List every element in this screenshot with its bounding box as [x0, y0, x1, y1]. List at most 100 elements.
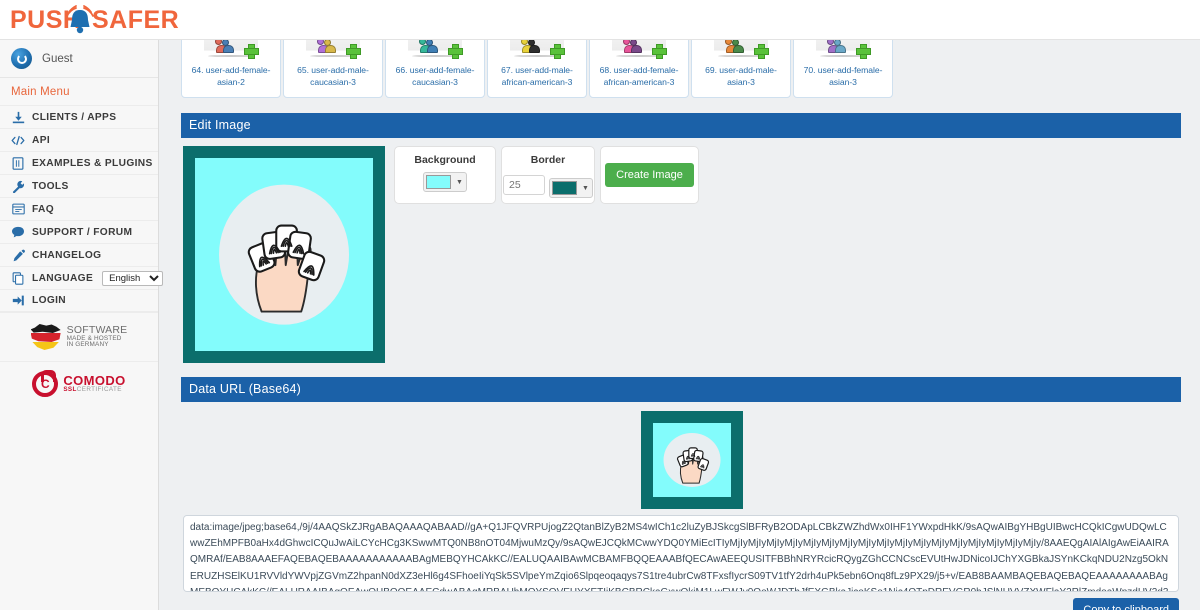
download-icon — [11, 110, 25, 124]
sidebar-item-label: API — [32, 134, 51, 146]
icon-thumbnail[interactable]: 67. user-add-male-african-american-3 — [487, 40, 587, 98]
icon-thumbnail[interactable]: 68. user-add-female-african-american-3 — [589, 40, 689, 98]
border-color-swatch — [552, 181, 577, 195]
user-group-icon — [215, 40, 237, 54]
logo-text-safer: SAFER — [92, 6, 180, 34]
comment-icon — [11, 225, 25, 239]
create-image-button[interactable]: Create Image — [605, 163, 694, 187]
user-group-icon — [827, 40, 849, 54]
sidebar-item-changelog[interactable]: CHANGELOG — [0, 243, 158, 266]
small-preview-canvas — [653, 423, 731, 497]
plus-icon — [448, 44, 463, 59]
user-group-icon — [419, 40, 441, 54]
comodo-lock-icon: C — [32, 370, 59, 397]
sidebar-item-examples-plugins[interactable]: EXAMPLES & PLUGINS — [0, 151, 158, 174]
page-root: PUSH SAFER Guest Main Menu CLIENTS / APP… — [0, 0, 1200, 610]
hand-fingerprints-icon — [232, 197, 335, 317]
data-url-image-preview — [641, 411, 743, 509]
sidebar-item-label: FAQ — [32, 203, 54, 215]
sidebar-item-tools[interactable]: TOOLS — [0, 174, 158, 197]
sidebar-item-label: SUPPORT / FORUM — [32, 226, 133, 238]
icon-thumbnail-image — [408, 40, 463, 61]
data-url-header: Data URL (Base64) — [181, 377, 1181, 402]
border-color-picker[interactable]: ▼ — [549, 178, 593, 198]
icon-thumbnail-label: 64. user-add-female-asian-2 — [191, 65, 271, 87]
user-group-icon — [623, 40, 645, 54]
sidebar-item-label: LANGUAGE — [32, 272, 94, 284]
icon-thumbnail-strip[interactable]: 64. user-add-female-asian-2 65. user-add-… — [181, 40, 1181, 98]
icon-thumbnail-image — [714, 40, 769, 61]
preview-canvas — [195, 158, 373, 351]
plus-icon — [550, 44, 565, 59]
border-label: Border — [530, 154, 566, 166]
icon-thumbnail[interactable]: 70. user-add-female-asian-3 — [793, 40, 893, 98]
icon-thumbnail-image — [204, 40, 259, 61]
user-group-icon — [725, 40, 747, 54]
wrench-icon — [11, 179, 25, 193]
icon-thumbnail-image — [306, 40, 361, 61]
chevron-down-icon: ▼ — [582, 184, 589, 192]
made-in-germany-badge: SOFTWARE MADE & HOSTED IN GERMANY — [0, 312, 158, 361]
icon-thumbnail-label: 65. user-add-male-caucasian-3 — [297, 65, 369, 87]
main-content: 64. user-add-female-asian-2 65. user-add-… — [159, 40, 1200, 610]
login-icon — [11, 294, 25, 308]
main-menu-label: Main Menu — [11, 86, 70, 98]
create-image-box: Create Image — [600, 146, 699, 204]
plus-icon — [244, 44, 259, 59]
user-name-label: Guest — [42, 52, 73, 65]
icon-thumbnail[interactable]: 66. user-add-female-caucasian-3 — [385, 40, 485, 98]
sidebar-item-api[interactable]: API — [0, 128, 158, 151]
chevron-down-icon: ▼ — [456, 178, 463, 186]
sidebar-item-label: EXAMPLES & PLUGINS — [32, 157, 153, 169]
background-label: Background — [414, 154, 476, 166]
base64-data-url-textarea[interactable] — [183, 515, 1179, 592]
code-icon — [11, 133, 25, 147]
icon-thumbnail-label: 69. user-add-male-asian-3 — [705, 65, 777, 87]
background-color-swatch — [426, 175, 451, 189]
comodo-mark-letter: C — [40, 377, 50, 391]
edit-image-header: Edit Image — [181, 113, 1181, 138]
icon-thumbnail-label: 68. user-add-female-african-american-3 — [599, 65, 679, 87]
background-option-box: Background ▼ — [394, 146, 496, 204]
sidebar-item-label: CLIENTS / APPS — [32, 111, 117, 123]
sidebar-item-support-forum[interactable]: SUPPORT / FORUM — [0, 220, 158, 243]
plus-icon — [856, 44, 871, 59]
top-logo-bar: PUSH SAFER — [0, 0, 1200, 40]
pushsafer-logo[interactable]: PUSH SAFER — [8, 2, 179, 38]
sidebar-item-clients-apps[interactable]: CLIENTS / APPS — [0, 105, 158, 128]
plus-icon — [346, 44, 361, 59]
sidebar-item-label: LOGIN — [32, 295, 67, 306]
icon-thumbnail-label: 67. user-add-male-african-american-3 — [501, 65, 573, 87]
user-group-icon — [521, 40, 543, 54]
sidebar: Guest Main Menu CLIENTS / APPS API EXAMP… — [0, 40, 164, 610]
sidebar-item-label: TOOLS — [32, 180, 69, 192]
plus-icon — [754, 44, 769, 59]
icon-thumbnail[interactable]: 64. user-add-female-asian-2 — [181, 40, 281, 98]
comodo-subtitle: SSLCERTIFICATE — [63, 386, 122, 394]
border-width-input[interactable] — [503, 175, 545, 195]
language-icon — [11, 271, 25, 285]
data-url-panel: Data URL (Base64) data:image/jpeg;base64… — [181, 377, 1181, 610]
sidebar-item-faq[interactable]: FAQ — [0, 197, 158, 220]
icon-thumbnail-image — [510, 40, 565, 61]
image-preview[interactable] — [183, 146, 385, 363]
sidebar-item-label: CHANGELOG — [32, 249, 102, 261]
icon-thumbnail[interactable]: 65. user-add-male-caucasian-3 — [283, 40, 383, 98]
user-group-icon — [317, 40, 339, 54]
background-color-picker[interactable]: ▼ — [423, 172, 467, 192]
window-icon — [11, 202, 25, 216]
sidebar-user-row[interactable]: Guest — [0, 40, 158, 78]
user-avatar-icon — [11, 48, 32, 69]
pencil-icon — [11, 248, 25, 262]
border-option-box: Border ▼ — [501, 146, 595, 204]
sidebar-item-login[interactable]: LOGIN — [0, 289, 158, 312]
icon-thumbnail-image — [612, 40, 667, 61]
copy-to-clipboard-button[interactable]: Copy to clipboard — [1073, 598, 1179, 610]
book-icon — [11, 156, 25, 170]
comodo-ssl-badge: C COMODO SSLCERTIFICATE — [0, 361, 158, 406]
edit-image-panel: Edit Image Background ▼ Border 25 ▼ Crea… — [181, 113, 1181, 371]
plus-icon — [652, 44, 667, 59]
sidebar-item-language[interactable]: LANGUAGE EnglishDeutsch — [0, 266, 164, 289]
language-select[interactable]: EnglishDeutsch — [102, 270, 164, 286]
icon-thumbnail[interactable]: 69. user-add-male-asian-3 — [691, 40, 791, 98]
